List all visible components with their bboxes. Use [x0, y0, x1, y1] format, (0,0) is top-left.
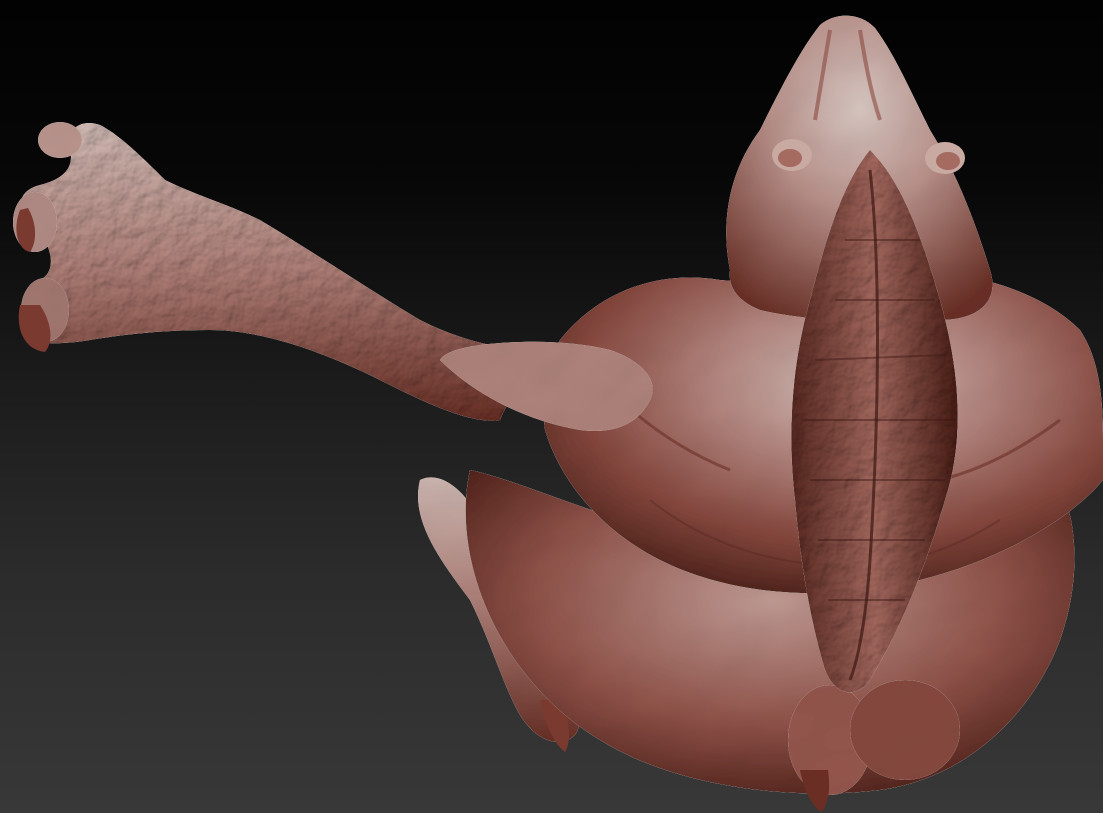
creature-arm [13, 122, 653, 431]
eye-right-icon [925, 142, 965, 174]
sculpt-viewport[interactable] [0, 0, 1103, 813]
sculpt-canvas[interactable] [0, 0, 1103, 813]
eye-left-icon [772, 139, 812, 171]
